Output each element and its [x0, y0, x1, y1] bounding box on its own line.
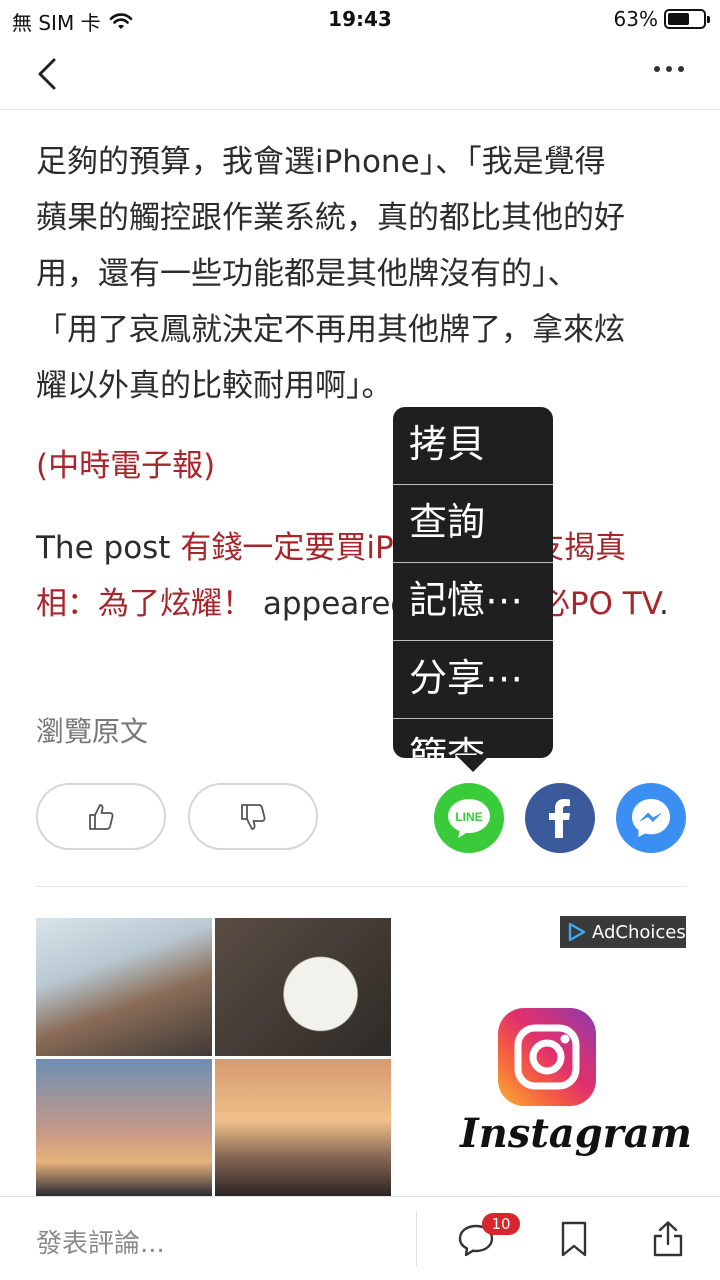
- battery-icon: [664, 9, 710, 29]
- article-line: 足夠的預算，我會選iPhone」、「我是覺得: [36, 144, 606, 180]
- top-nav-bar: [0, 38, 720, 110]
- dot-icon: [678, 66, 684, 72]
- share-line-button[interactable]: LINE: [434, 783, 504, 853]
- ad-image-collage[interactable]: [36, 918, 391, 1196]
- post-suffix: .: [658, 586, 669, 622]
- dot-icon: [654, 66, 660, 72]
- battery-status: 63%: [613, 7, 710, 31]
- menu-item-more[interactable]: 篩查: [393, 719, 553, 758]
- menu-item-copy[interactable]: 拷貝: [393, 407, 553, 485]
- menu-pointer-arrow: [456, 755, 490, 772]
- bookmark-icon[interactable]: [554, 1219, 594, 1259]
- bottom-toolbar: 發表評論... 10: [0, 1196, 720, 1280]
- dot-icon: [666, 66, 672, 72]
- dislike-button[interactable]: [188, 783, 318, 850]
- thumbs-up-icon: [89, 803, 114, 830]
- post-site-link[interactable]: 必PO TV: [539, 586, 659, 622]
- more-options-button[interactable]: [654, 66, 684, 72]
- post-attribution: The post 有錢一定要買iPhone？網友揭真相：為了炫耀！ appear…: [36, 520, 686, 632]
- adchoices-badge[interactable]: AdChoices: [560, 916, 686, 948]
- section-divider: [36, 886, 686, 887]
- ad-photo-sunset: [36, 1058, 212, 1196]
- comment-count-badge: 10: [482, 1213, 520, 1235]
- svg-text:LINE: LINE: [455, 810, 482, 824]
- facebook-icon: [549, 799, 570, 838]
- post-prefix: The post: [36, 530, 181, 566]
- menu-item-lookup[interactable]: 查詢: [393, 485, 553, 563]
- share-messenger-button[interactable]: [616, 783, 686, 853]
- adchoices-icon: [568, 922, 586, 942]
- share-upload-icon[interactable]: [648, 1219, 688, 1259]
- article-source: (中時電子報): [36, 448, 216, 484]
- battery-percent: 63%: [613, 7, 658, 31]
- text-selection-menu: 拷貝 查詢 記憶⋯ 分享⋯ 篩查: [393, 407, 553, 758]
- article-line: 用，還有一些功能都是其他牌沒有的」、: [36, 256, 579, 292]
- comment-input[interactable]: 發表評論...: [36, 1223, 165, 1260]
- back-button[interactable]: [28, 54, 68, 94]
- status-bar: 無 SIM 卡 19:43 63%: [0, 0, 720, 38]
- ad-photo-friends: [36, 918, 212, 1056]
- article-line: 蘋果的觸控跟作業系統，真的都比其他的好: [36, 200, 625, 236]
- thumbs-down-icon: [241, 803, 266, 830]
- share-facebook-button[interactable]: [525, 783, 595, 853]
- battery-fill: [668, 13, 690, 25]
- menu-item-remember[interactable]: 記憶⋯: [393, 563, 553, 641]
- ad-photo-polaroid: [215, 918, 391, 1056]
- view-original-link[interactable]: 瀏覽原文: [36, 710, 148, 750]
- menu-item-share[interactable]: 分享⋯: [393, 641, 553, 719]
- adchoices-label: AdChoices: [592, 921, 686, 943]
- clock: 19:43: [328, 7, 392, 31]
- toolbar-divider: [416, 1211, 417, 1267]
- instagram-logo-icon: [498, 1008, 596, 1106]
- article-line: 耀以外真的比較耐用啊」。: [36, 368, 393, 404]
- like-button[interactable]: [36, 783, 166, 850]
- messenger-icon: [632, 799, 670, 837]
- line-icon: LINE: [448, 799, 490, 838]
- ad-photo-beach: [215, 1058, 391, 1196]
- article-body: 二手機的習慣，蘋果價格比安卓好」、「有 足夠的預算，我會選iPhone」、「我是…: [36, 80, 696, 414]
- instagram-wordmark: Instagram: [460, 1110, 692, 1157]
- article-line: 「用了哀鳳就決定不再用其他牌了，拿來炫: [36, 312, 625, 348]
